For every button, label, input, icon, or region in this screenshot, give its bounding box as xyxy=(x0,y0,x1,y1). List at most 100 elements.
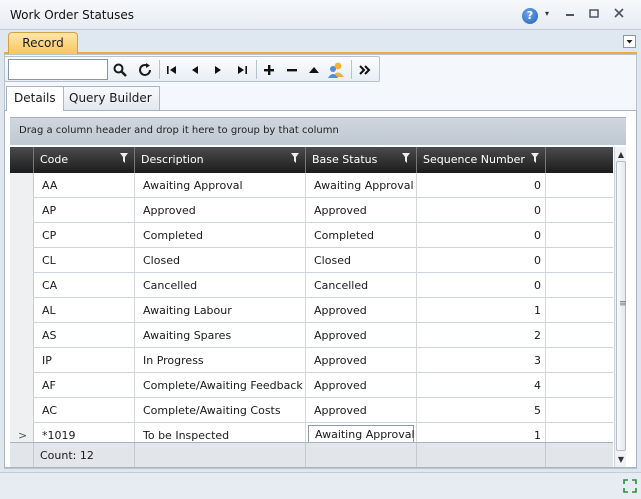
cell-sequence-number[interactable]: 5 xyxy=(417,398,546,423)
table-row[interactable]: AF Complete/Awaiting Feedback Approved 4 xyxy=(10,373,613,398)
filler-cell xyxy=(546,348,613,373)
filler-cell xyxy=(546,273,613,298)
cell-base-status[interactable]: Approved xyxy=(306,298,417,323)
help-icon[interactable]: ? xyxy=(522,8,538,24)
next-record-button[interactable] xyxy=(207,59,229,80)
previous-record-button[interactable] xyxy=(184,59,206,80)
resize-grip-icon[interactable] xyxy=(622,478,638,494)
tab-list-dropdown-button[interactable] xyxy=(623,35,636,48)
table-row[interactable]: AL Awaiting Labour Approved 1 xyxy=(10,298,613,323)
cell-code[interactable]: IP xyxy=(34,348,135,373)
cell-base-status[interactable]: Approved xyxy=(306,198,417,223)
cell-base-status[interactable]: Awaiting Approval xyxy=(306,173,417,198)
table-row[interactable]: CA Cancelled Cancelled 0 xyxy=(10,273,613,298)
cell-sequence-number[interactable]: 0 xyxy=(417,273,546,298)
column-header-sequence-number[interactable]: Sequence Number xyxy=(417,147,546,173)
table-row[interactable]: AS Awaiting Spares Approved 2 xyxy=(10,323,613,348)
row-selector[interactable] xyxy=(10,198,34,223)
grid-vertical-scrollbar[interactable]: ▲ ≡ ▼ xyxy=(614,147,627,467)
scroll-down-icon[interactable]: ▼ xyxy=(617,455,625,464)
cell-base-status[interactable]: Cancelled xyxy=(306,273,417,298)
table-row[interactable]: AA Awaiting Approval Awaiting Approval 0 xyxy=(10,173,613,198)
cell-base-status[interactable]: Approved xyxy=(306,348,417,373)
expand-arrows-icon xyxy=(623,479,637,493)
previous-record-icon xyxy=(192,66,198,74)
cell-sequence-number[interactable]: 0 xyxy=(417,223,546,248)
column-header-code[interactable]: Code xyxy=(34,147,135,173)
last-record-button[interactable] xyxy=(231,59,253,80)
cell-code[interactable]: AF xyxy=(34,373,135,398)
more-button[interactable] xyxy=(354,59,376,80)
row-selector[interactable] xyxy=(10,273,34,298)
delete-record-button[interactable] xyxy=(281,59,303,80)
row-selector[interactable] xyxy=(10,248,34,273)
cell-code[interactable]: AS xyxy=(34,323,135,348)
row-selector[interactable] xyxy=(10,298,34,323)
table-row[interactable]: AC Complete/Awaiting Costs Approved 5 xyxy=(10,398,613,423)
cell-code[interactable]: AA xyxy=(34,173,135,198)
group-by-panel[interactable]: Drag a column header and drop it here to… xyxy=(10,117,626,145)
row-selector[interactable] xyxy=(10,373,34,398)
filter-icon[interactable] xyxy=(291,153,299,163)
row-selector[interactable] xyxy=(10,323,34,348)
cell-description[interactable]: Cancelled xyxy=(135,273,306,298)
cell-code[interactable]: AC xyxy=(34,398,135,423)
cell-base-status[interactable]: Approved xyxy=(306,323,417,348)
cell-sequence-number[interactable]: 1 xyxy=(417,298,546,323)
cell-description[interactable]: In Progress xyxy=(135,348,306,373)
cell-description[interactable]: Complete/Awaiting Feedback xyxy=(135,373,306,398)
column-header-label: Description xyxy=(141,153,204,166)
cell-sequence-number[interactable]: 0 xyxy=(417,173,546,198)
help-menu-chevron-down-icon[interactable]: ▾ xyxy=(545,9,549,18)
cell-sequence-number[interactable]: 3 xyxy=(417,348,546,373)
cell-base-status[interactable]: Approved xyxy=(306,373,417,398)
refresh-button[interactable] xyxy=(135,59,157,80)
cell-description[interactable]: Completed xyxy=(135,223,306,248)
scrollbar-thumb[interactable]: ≡ xyxy=(616,161,627,451)
minimize-button[interactable] xyxy=(562,7,578,21)
filter-icon[interactable] xyxy=(531,153,539,163)
table-row[interactable]: CL Closed Closed 0 xyxy=(10,248,613,273)
cell-code[interactable]: AP xyxy=(34,198,135,223)
row-selector[interactable] xyxy=(10,173,34,198)
move-up-button[interactable] xyxy=(303,59,325,80)
tab-details[interactable]: Details xyxy=(6,86,64,111)
filter-icon[interactable] xyxy=(120,153,128,163)
cell-sequence-number[interactable]: 4 xyxy=(417,373,546,398)
row-selector[interactable] xyxy=(10,348,34,373)
cell-sequence-number[interactable]: 2 xyxy=(417,323,546,348)
cell-sequence-number[interactable]: 0 xyxy=(417,248,546,273)
cell-code[interactable]: CA xyxy=(34,273,135,298)
cell-description[interactable]: Closed xyxy=(135,248,306,273)
table-row[interactable]: AP Approved Approved 0 xyxy=(10,198,613,223)
column-header-base-status[interactable]: Base Status xyxy=(306,147,417,173)
cell-description[interactable]: Approved xyxy=(135,198,306,223)
row-selector[interactable] xyxy=(10,398,34,423)
first-record-button[interactable] xyxy=(161,59,183,80)
cell-description[interactable]: Awaiting Spares xyxy=(135,323,306,348)
scroll-up-icon[interactable]: ▲ xyxy=(617,150,625,159)
cell-code[interactable]: AL xyxy=(34,298,135,323)
cell-code[interactable]: CL xyxy=(34,248,135,273)
search-button[interactable] xyxy=(109,59,131,80)
cell-description[interactable]: Awaiting Approval xyxy=(135,173,306,198)
tab-record[interactable]: Record xyxy=(8,32,78,54)
add-record-button[interactable] xyxy=(258,59,280,80)
cell-base-status[interactable]: Approved xyxy=(306,398,417,423)
table-row[interactable]: IP In Progress Approved 3 xyxy=(10,348,613,373)
cell-base-status[interactable]: Completed xyxy=(306,223,417,248)
cell-sequence-number[interactable]: 0 xyxy=(417,198,546,223)
tab-query-builder[interactable]: Query Builder xyxy=(61,86,160,110)
cell-description[interactable]: Complete/Awaiting Costs xyxy=(135,398,306,423)
cell-base-status[interactable]: Closed xyxy=(306,248,417,273)
filter-icon[interactable] xyxy=(402,153,410,163)
restore-button[interactable] xyxy=(586,7,602,21)
users-button[interactable] xyxy=(325,59,347,80)
cell-code[interactable]: CP xyxy=(34,223,135,248)
column-header-description[interactable]: Description xyxy=(135,147,306,173)
search-input[interactable] xyxy=(8,59,108,80)
close-button[interactable] xyxy=(611,7,627,21)
row-selector[interactable] xyxy=(10,223,34,248)
table-row[interactable]: CP Completed Completed 0 xyxy=(10,223,613,248)
cell-description[interactable]: Awaiting Labour xyxy=(135,298,306,323)
